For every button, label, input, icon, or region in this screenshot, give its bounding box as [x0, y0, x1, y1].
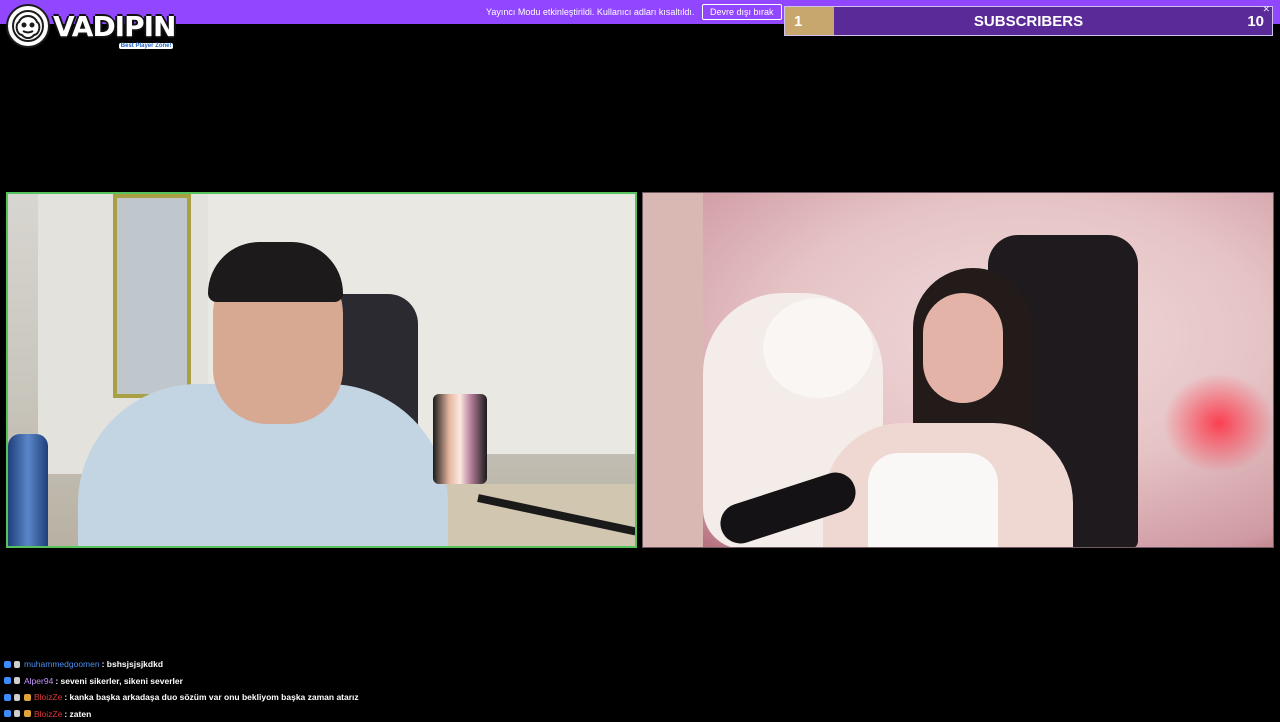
- logo-emblem-icon: [6, 4, 50, 48]
- chat-username[interactable]: muhammedgoomen: [24, 659, 100, 669]
- logo-tagline: Best Player Zone!: [119, 43, 174, 49]
- channel-logo: VADIPIN Best Player Zone!: [6, 3, 196, 49]
- background-doorframe: [643, 193, 703, 548]
- background-mirror: [113, 194, 191, 398]
- chat-badge-icon: [14, 677, 20, 684]
- chat-username[interactable]: Alper94: [24, 676, 53, 686]
- logo-wordmark: VADIPIN: [53, 10, 175, 43]
- streamer-mode-message: Yayıncı Modu etkinleştirildi. Kullanıcı …: [486, 7, 694, 17]
- chat-badge-icon: [4, 661, 11, 668]
- webcam-right: [642, 192, 1274, 548]
- chat-overlay: muhammedgoomen: bshsjsjsjkdkdAlper94: se…: [4, 656, 644, 722]
- microphone: [433, 394, 487, 484]
- chat-badge-icon: [14, 710, 20, 717]
- chat-badge-icon: [4, 710, 11, 717]
- chat-badge-icon: [24, 710, 31, 717]
- chat-badge-icon: [24, 694, 31, 701]
- chat-text: : zaten: [64, 709, 91, 719]
- subscriber-goal-label: SUBSCRIBERS: [785, 13, 1272, 30]
- chat-message: BloizZe: kanka başka arkadaşa duo sözüm …: [4, 689, 644, 706]
- close-icon[interactable]: ✕: [1262, 4, 1270, 15]
- red-led-glow: [1163, 373, 1274, 473]
- chat-badge-icon: [14, 661, 20, 668]
- disable-streamer-mode-button[interactable]: Devre dışı bırak: [702, 4, 782, 20]
- person-face: [923, 293, 1003, 403]
- water-bottle: [8, 434, 48, 548]
- chat-badge-icon: [4, 694, 11, 701]
- chat-text: : bshsjsjsjkdkd: [102, 659, 163, 669]
- chat-badge-icon: [14, 694, 20, 701]
- chat-message: muhammedgoomen: bshsjsjsjkdkd: [4, 656, 644, 673]
- top-shirt: [868, 453, 998, 548]
- chat-badge-icon: [4, 677, 11, 684]
- chat-username[interactable]: BloizZe: [34, 709, 62, 719]
- chat-message: Alper94: seveni sikerler, sikeni severle…: [4, 673, 644, 690]
- teddy-bear-head: [763, 298, 873, 398]
- subscriber-goal-widget: 1 SUBSCRIBERS 10 ✕: [784, 6, 1273, 36]
- subscriber-goal-target: 10: [1247, 13, 1264, 30]
- chat-text: : seveni sikerler, sikeni severler: [55, 676, 183, 686]
- webcam-left: [6, 192, 637, 548]
- chat-text: : kanka başka arkadaşa duo sözüm var onu…: [64, 692, 358, 702]
- chat-username[interactable]: BloizZe: [34, 692, 62, 702]
